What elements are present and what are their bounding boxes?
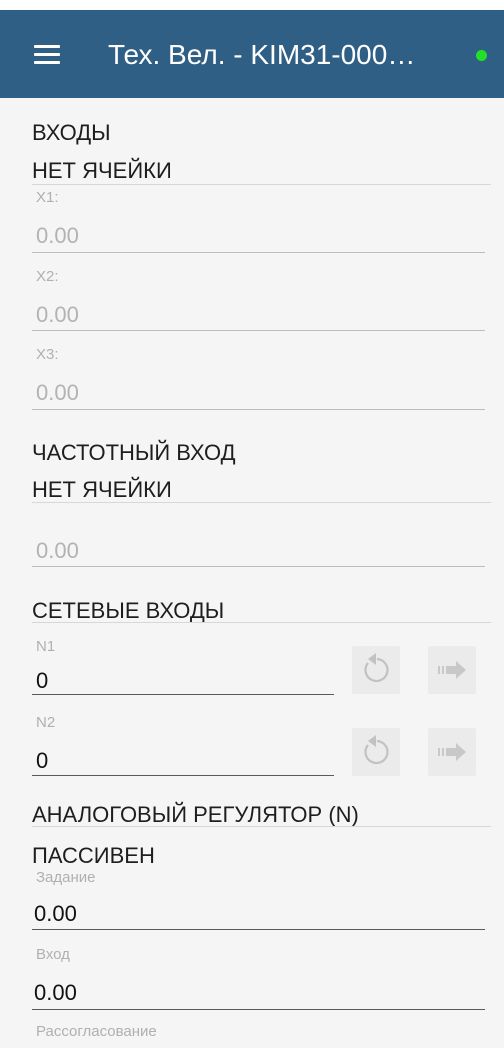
divider [32,622,491,623]
x3-underline [32,409,485,410]
app-title: Тех. Вел. - KIM31-000… [108,39,416,70]
main-content: ВХОДЫ НЕТ ЯЧЕЙКИ X1: 0.00 X2: 0.00 X3: 0… [0,98,504,1048]
x2-label: X2: [36,268,59,285]
reset-icon [364,653,389,683]
inputs-cell-status: НЕТ ЯЧЕЙКИ [32,158,172,183]
freq-input-cell-status: НЕТ ЯЧЕЙКИ [32,477,172,502]
x1-underline [32,252,485,253]
status-bar [0,0,504,10]
n1-underline [32,694,334,695]
input-value: 0.00 [34,980,77,1005]
app-bar: Тех. Вел. - KIM31-000… [0,10,504,98]
analog-regulator-section-title: АНАЛОГОВЫЙ РЕГУЛЯТОР (N) [32,802,359,827]
setpoint-value: 0.00 [34,901,77,926]
reset-icon [364,735,389,765]
divider [32,502,491,503]
connection-status-dot [476,50,487,61]
n1-send-button[interactable] [428,646,476,694]
n2-label: N2 [36,714,56,731]
divider [32,826,491,827]
analog-regulator-state: ПАССИВЕН [32,843,155,868]
x3-label: X3: [36,346,59,363]
x2-value: 0.00 [36,302,79,327]
n2-send-button[interactable] [428,728,476,776]
divider [32,184,491,185]
x2-underline [32,330,485,331]
freq-input-section-title: ЧАСТОТНЫЙ ВХОД [32,440,236,465]
n2-input[interactable]: 0 [36,748,48,774]
x3-value: 0.00 [36,380,79,405]
input-underline [32,1009,485,1010]
send-arrow-icon [438,661,466,679]
send-arrow-icon [438,743,466,761]
n2-reset-button[interactable] [352,728,400,776]
network-inputs-section-title: СЕТЕВЫЕ ВХОДЫ [32,598,225,623]
freq-input-value: 0.00 [36,538,79,563]
x1-label: X1: [36,189,59,206]
n1-label: N1 [36,638,56,655]
n1-input[interactable]: 0 [36,668,48,694]
n1-reset-button[interactable] [352,646,400,694]
menu-icon[interactable] [34,45,60,65]
inputs-section-title: ВХОДЫ [32,120,111,145]
input-label: Вход [36,946,70,963]
setpoint-label: Задание [36,869,96,886]
freq-input-underline [32,566,485,567]
mismatch-label: Рассогласование [36,1023,157,1040]
x1-value: 0.00 [36,223,79,248]
n2-underline [32,775,334,776]
setpoint-underline [32,929,485,930]
